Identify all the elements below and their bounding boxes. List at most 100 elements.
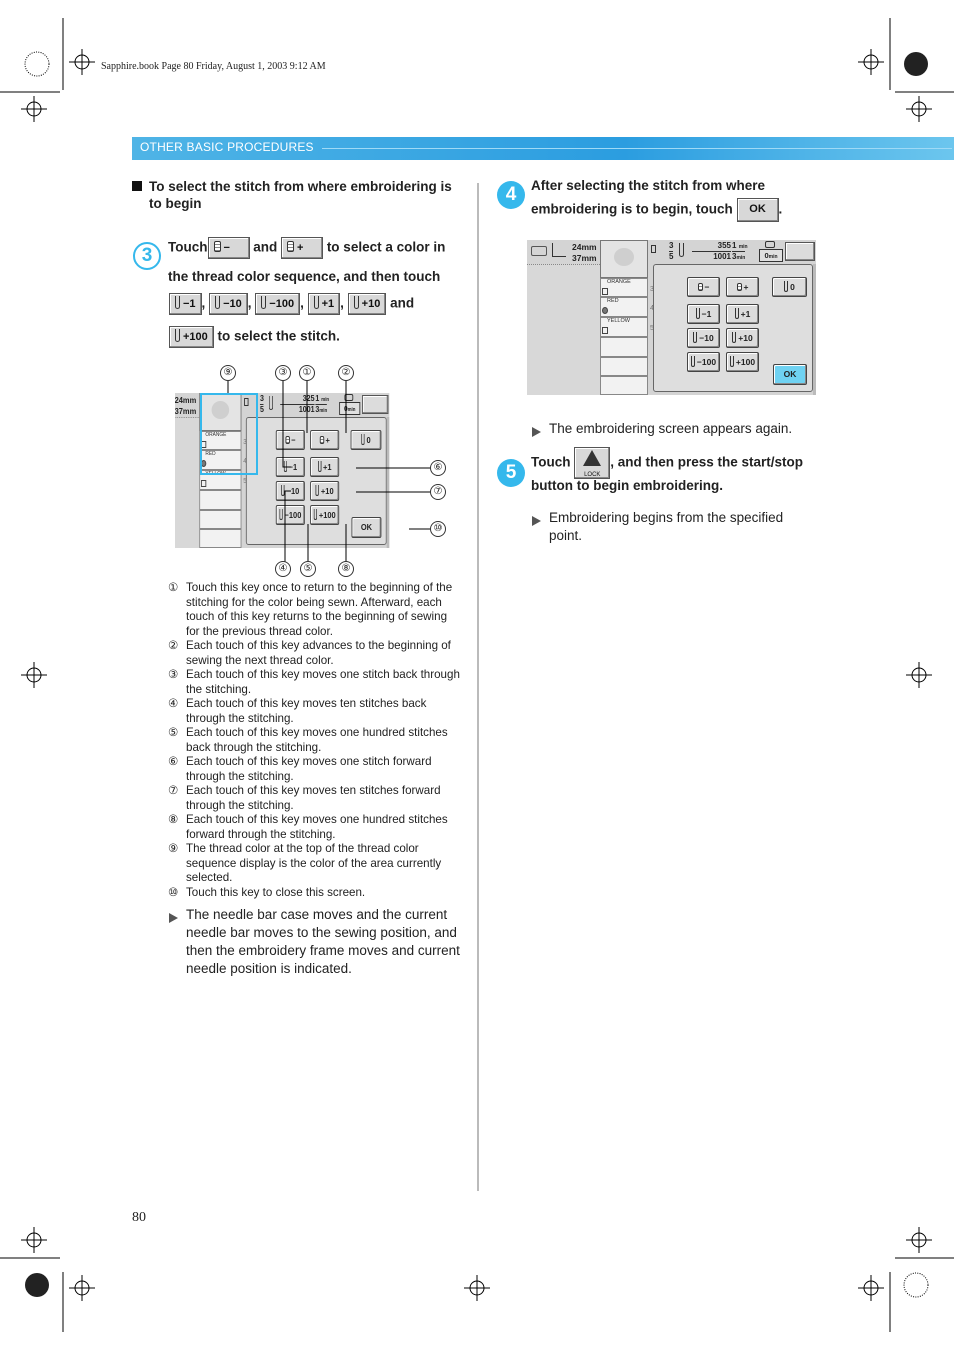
needle-icon <box>734 308 739 319</box>
needle-icon <box>729 356 734 367</box>
stitch-minus-10-button[interactable]: −10 <box>687 328 720 348</box>
item-text: Each touch of this key moves ten stitche… <box>186 697 427 725</box>
item-number: ⑦ <box>168 784 179 797</box>
size-icon <box>552 243 566 257</box>
key-description-item: ④ Each touch of this key moves ten stitch… <box>168 697 463 726</box>
item-number: ⑤ <box>168 726 179 739</box>
thread-change-icon <box>765 241 775 248</box>
pattern-width: 24mm <box>572 242 597 252</box>
needle-icon <box>690 356 695 367</box>
item-number: ⑥ <box>168 755 179 768</box>
time-current: 1 min <box>732 241 748 250</box>
callout-7: ⑦ <box>430 484 446 500</box>
pattern-icon <box>531 246 547 256</box>
callout-1: ① <box>299 365 315 381</box>
key-description-item: ② Each touch of this key advances to the … <box>168 639 463 668</box>
stitch-total: 1001 <box>692 251 731 261</box>
key-description-item: ⑩ Touch this key to close this screen. <box>168 886 463 901</box>
time-until-stop: 0min <box>759 249 783 262</box>
item-number: ① <box>168 581 179 594</box>
key-description-item: ⑥ Each touch of this key moves one stitch… <box>168 755 463 784</box>
stitch-current: 355 <box>717 241 731 250</box>
stitch-zero-button[interactable]: 0 <box>772 277 807 297</box>
color-current: 3 <box>669 241 674 250</box>
thread-color-name: YELLOW <box>607 318 630 324</box>
thread-spool-filled-icon <box>602 307 608 314</box>
warning-icon <box>583 450 602 466</box>
item-text: Each touch of this key advances to the b… <box>186 639 451 667</box>
item-text: Each touch of this key moves one stitch … <box>186 755 432 783</box>
pattern-height: 37mm <box>572 253 597 263</box>
spool-icon <box>697 283 703 291</box>
color-back-button[interactable]: − <box>687 277 720 297</box>
thread-spool-icon <box>602 288 608 295</box>
thread-spool-icon <box>602 327 608 334</box>
item-number: ⑨ <box>168 842 179 855</box>
step-5-line-1: Touch LOCK , and then press the start/st… <box>531 447 803 479</box>
item-number: ③ <box>168 668 179 681</box>
needle-icon <box>693 332 698 343</box>
color-total: 5 <box>669 251 674 261</box>
thread-row <box>600 337 648 357</box>
stitch-plus-100-button[interactable]: +100 <box>726 352 759 372</box>
callout-6: ⑥ <box>430 460 446 476</box>
key-description-item: ① Touch this key once to return to the be… <box>168 581 463 639</box>
needle-icon <box>732 332 737 343</box>
step-4-line-2: embroidering is to begin, touch OK. <box>531 198 782 222</box>
item-text: Each touch of this key moves ten stitche… <box>186 784 441 812</box>
key-description-item: ③ Each touch of this key moves one stitch… <box>168 668 463 697</box>
stitch-minus-100-button[interactable]: −100 <box>687 352 720 372</box>
result-arrow-icon <box>532 424 541 442</box>
callout-10: ⑩ <box>430 521 446 537</box>
step-4-badge: 4 <box>497 181 525 209</box>
result-arrow-icon <box>169 910 178 928</box>
callout-2: ② <box>338 365 354 381</box>
stitch-plus-10-button[interactable]: +10 <box>726 328 759 348</box>
thread-color-name: ORANGE <box>607 279 631 285</box>
item-text: Touch this key once to return to the beg… <box>186 581 453 638</box>
item-number: ⑧ <box>168 813 179 826</box>
item-number: ④ <box>168 697 179 710</box>
item-number: ② <box>168 639 179 652</box>
item-text: Each touch of this key moves one stitch … <box>186 668 460 696</box>
callout-9: ⑨ <box>220 365 236 381</box>
result-text-5: Embroidering begins from the specified p… <box>549 510 784 543</box>
callout-5: ⑤ <box>300 561 316 577</box>
lock-button[interactable]: LOCK <box>574 447 611 479</box>
result-text-left: The needle bar case moves and the curren… <box>186 907 460 976</box>
stitch-plus-1-button[interactable]: +1 <box>726 304 759 324</box>
spool-icon <box>651 245 656 253</box>
key-description-item: ⑤ Each touch of this key moves one hundre… <box>168 726 463 755</box>
callout-4: ④ <box>275 561 291 577</box>
screen-right: 24mm 37mm ORANGE 3 RED 4 YELLOW 5 3 5 355 1001 1 min… <box>527 240 816 395</box>
item-text: Touch this key to close this screen. <box>186 885 366 899</box>
thread-color-name: RED <box>607 298 619 304</box>
spool-icon <box>736 283 742 291</box>
item-text: Each touch of this key moves one hundred… <box>186 726 448 754</box>
key-description-item: ⑨ The thread color at the top of the thre… <box>168 842 463 886</box>
embroidering-screen: 24mm 37mm ORANGE 3 RED 4 YELLOW 5 3 5 355 1001 1 min… <box>527 240 816 395</box>
ok-button[interactable]: OK <box>773 364 807 385</box>
step-4-line-1: After selecting the stitch from where <box>531 178 766 193</box>
key-description-item: ⑦ Each touch of this key moves ten stitch… <box>168 784 463 813</box>
page-number: 80 <box>132 1210 146 1225</box>
result-arrow-icon <box>532 513 541 531</box>
ok-button[interactable]: OK <box>736 198 779 222</box>
scroll-strip <box>813 264 816 395</box>
left-area <box>527 264 600 395</box>
step-5-line-2: button to begin embroidering. <box>531 478 723 493</box>
key-description-item: ⑧ Each touch of this key moves one hundre… <box>168 813 463 842</box>
stitch-minus-1-button[interactable]: −1 <box>687 304 720 324</box>
item-text: The thread color at the top of the threa… <box>186 842 442 884</box>
thread-row <box>600 376 648 395</box>
help-button[interactable] <box>785 242 815 261</box>
thumbnail-image <box>614 248 634 266</box>
key-descriptions: ① Touch this key once to return to the be… <box>168 581 463 900</box>
time-total: 3min <box>732 251 746 261</box>
step-5-badge: 5 <box>497 459 525 487</box>
needle-icon <box>679 243 684 257</box>
needle-icon <box>695 308 700 319</box>
needle-icon <box>784 281 789 292</box>
callout-3: ③ <box>275 365 291 381</box>
color-forward-button[interactable]: + <box>726 277 759 297</box>
